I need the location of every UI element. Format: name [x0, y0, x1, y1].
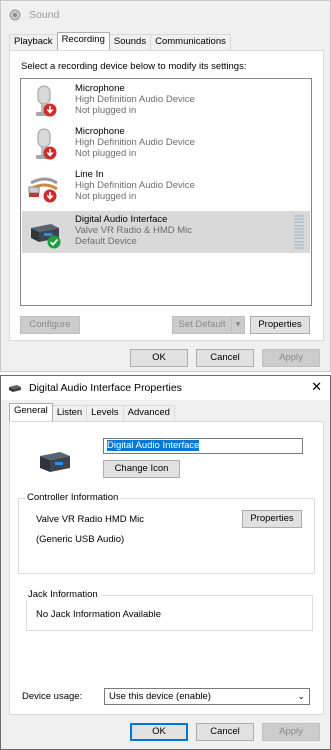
set-default-button[interactable]: Set Default	[172, 316, 232, 334]
tab-listen[interactable]: Listen	[51, 405, 88, 421]
jack-info-text: No Jack Information Available	[36, 609, 161, 620]
level-meter	[294, 215, 304, 249]
general-panel: Digital Audio Interface Change Icon Cont…	[9, 421, 324, 715]
tab-general[interactable]: General	[9, 403, 53, 421]
controller-name: Valve VR Radio HMD Mic	[36, 514, 145, 525]
properties-titlebar: Digital Audio Interface Properties ✕	[1, 376, 330, 400]
unplugged-badge-icon	[43, 146, 57, 160]
ok-button[interactable]: OK	[130, 349, 188, 367]
apply-button[interactable]: Apply	[262, 349, 320, 367]
device-name: Digital Audio Interface	[75, 214, 168, 225]
controller-info-label: Controller Information	[25, 492, 121, 503]
sound-window: Sound Playback Recording Sounds Communic…	[0, 0, 331, 372]
properties-window-title: Digital Audio Interface Properties	[29, 382, 182, 394]
device-name: Microphone	[75, 126, 125, 137]
controller-driver: (Generic USB Audio)	[36, 534, 125, 545]
device-name: Line In	[75, 169, 104, 180]
recording-device-list[interactable]: Microphone High Definition Audio Device …	[20, 78, 312, 306]
device-name: Microphone	[75, 83, 125, 94]
list-item-selected[interactable]: Digital Audio Interface Valve VR Radio &…	[22, 211, 310, 253]
device-usage-select[interactable]: Use this device (enable) ⌄	[104, 688, 310, 705]
cancel-button[interactable]: Cancel	[196, 349, 254, 367]
set-default-dropdown[interactable]: ▾	[231, 316, 245, 334]
audio-interface-icon	[7, 380, 23, 396]
tab-communications[interactable]: Communications	[150, 34, 231, 50]
close-icon[interactable]: ✕	[311, 380, 322, 394]
sound-titlebar: Sound	[1, 1, 330, 29]
device-status: Not plugged in	[75, 191, 137, 202]
sound-window-title: Sound	[29, 9, 60, 21]
apply-button[interactable]: Apply	[262, 723, 320, 741]
device-name-value: Digital Audio Interface	[107, 440, 200, 451]
tab-playback[interactable]: Playback	[9, 34, 58, 50]
list-item[interactable]: Line In High Definition Audio Device Not…	[22, 166, 310, 208]
speaker-icon	[7, 7, 23, 23]
chevron-down-icon: ⌄	[297, 691, 305, 701]
audio-interface-icon	[38, 448, 74, 479]
change-icon-button[interactable]: Change Icon	[103, 460, 180, 478]
device-usage-label: Device usage:	[22, 691, 83, 702]
device-name-field[interactable]: Digital Audio Interface	[103, 438, 303, 454]
list-item[interactable]: Microphone High Definition Audio Device …	[22, 123, 310, 165]
default-check-icon	[47, 235, 61, 249]
recording-panel: Select a recording device below to modif…	[9, 50, 324, 341]
sound-tabs: Playback Recording Sounds Communications	[9, 32, 231, 50]
device-status: Default Device	[75, 236, 137, 247]
properties-window: Digital Audio Interface Properties ✕ Gen…	[0, 375, 331, 750]
tab-levels[interactable]: Levels	[86, 405, 124, 421]
configure-button[interactable]: Configure	[20, 316, 80, 334]
unplugged-badge-icon	[43, 103, 57, 117]
properties-tabs: General Listen Levels Advanced	[9, 403, 175, 421]
list-item[interactable]: Microphone High Definition Audio Device …	[22, 80, 310, 122]
device-driver: High Definition Audio Device	[75, 180, 195, 191]
instruction-text: Select a recording device below to modif…	[21, 61, 247, 72]
cancel-button[interactable]: Cancel	[196, 723, 254, 741]
device-driver: High Definition Audio Device	[75, 137, 195, 148]
device-status: Not plugged in	[75, 105, 137, 116]
tab-sounds[interactable]: Sounds	[108, 34, 152, 50]
tab-advanced[interactable]: Advanced	[122, 405, 175, 421]
jack-info-label: Jack Information	[26, 589, 100, 600]
controller-properties-button[interactable]: Properties	[242, 510, 302, 528]
unplugged-badge-icon	[43, 189, 57, 203]
tab-recording[interactable]: Recording	[56, 32, 110, 50]
properties-button[interactable]: Properties	[250, 316, 310, 334]
chevron-down-icon: ▾	[235, 319, 241, 330]
device-usage-value: Use this device (enable)	[109, 691, 211, 702]
device-status: Not plugged in	[75, 148, 137, 159]
device-driver: High Definition Audio Device	[75, 94, 195, 105]
device-driver: Valve VR Radio & HMD Mic	[75, 225, 193, 236]
ok-button[interactable]: OK	[130, 723, 188, 741]
